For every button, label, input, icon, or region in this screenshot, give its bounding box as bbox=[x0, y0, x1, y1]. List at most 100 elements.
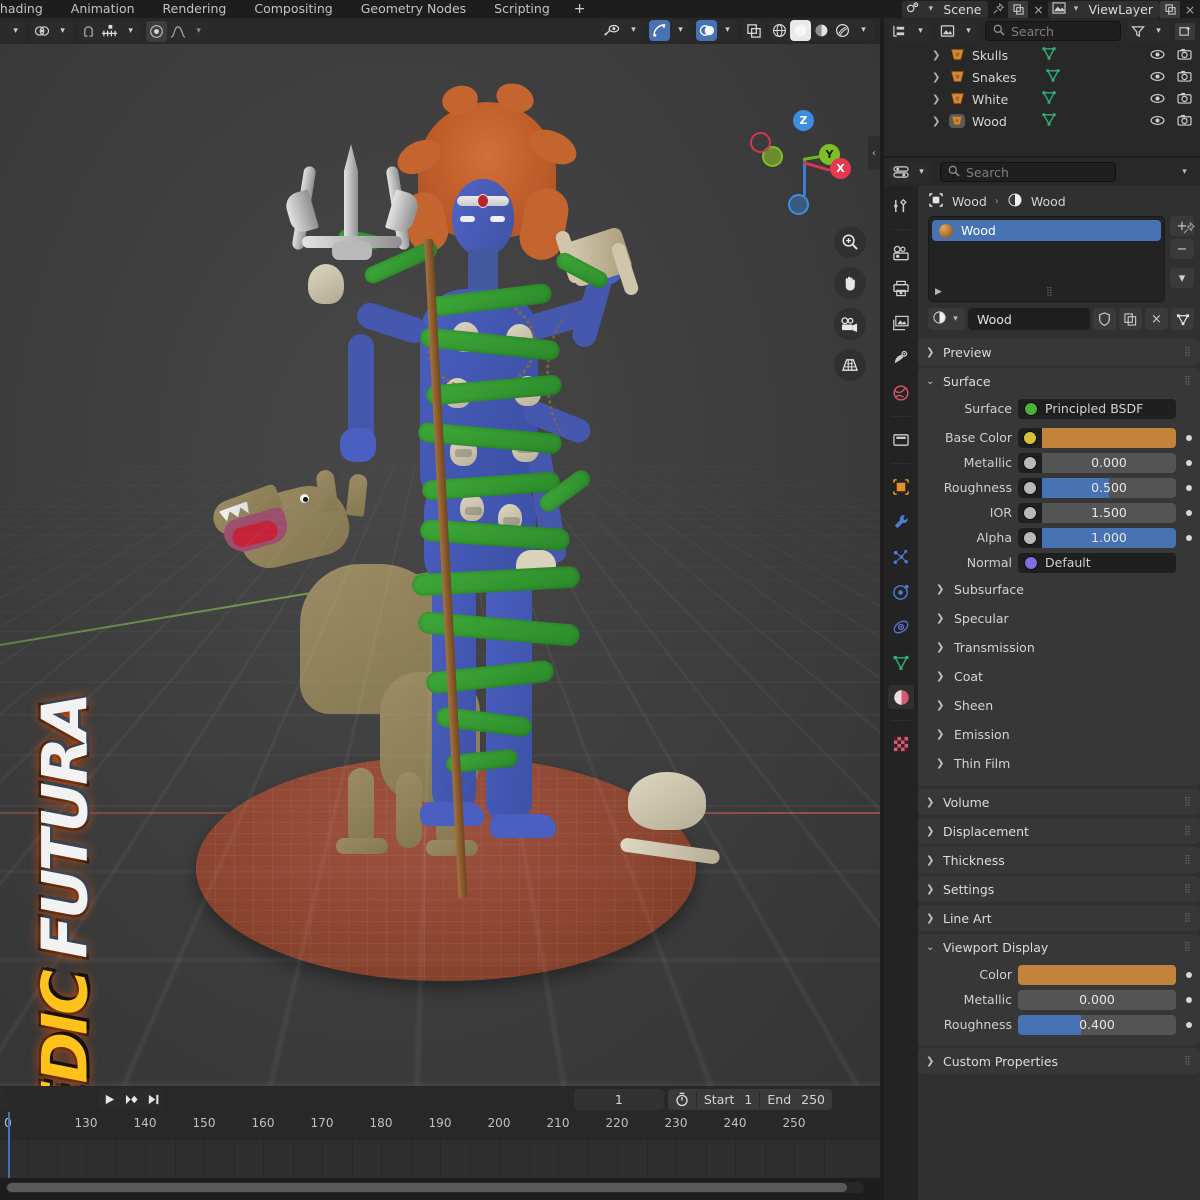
new-collection-icon[interactable] bbox=[1175, 23, 1195, 40]
orthographic-toggle-icon[interactable] bbox=[834, 349, 866, 381]
subpanel-sheen[interactable]: ❯ Sheen bbox=[926, 691, 1192, 720]
snap-increment-icon[interactable] bbox=[99, 21, 120, 42]
ior-slider[interactable]: 1.500 bbox=[1042, 503, 1176, 523]
surface-shader-dropdown[interactable]: Principled BSDF bbox=[1018, 399, 1176, 419]
animate-property-dot[interactable] bbox=[1186, 972, 1192, 978]
gizmo-icon[interactable] bbox=[649, 20, 670, 41]
workspace-tab-compositing[interactable]: Compositing bbox=[240, 0, 346, 18]
panel-preview[interactable]: ❯ Preview ⣿ bbox=[918, 339, 1200, 365]
normal-dropdown[interactable]: Default bbox=[1018, 553, 1176, 573]
alpha-socket[interactable] bbox=[1018, 528, 1042, 548]
ior-control[interactable]: 1.500 bbox=[1018, 503, 1176, 523]
animate-property-dot[interactable] bbox=[1186, 1022, 1192, 1028]
material-slot-list[interactable]: Wood ▶ ⣿ bbox=[928, 216, 1165, 302]
outliner-display-mode-button[interactable]: ▾ bbox=[889, 21, 931, 42]
panel-viewport-display-header[interactable]: ⌄ Viewport Display ⣿ bbox=[918, 934, 1200, 960]
shading-solid-icon[interactable] bbox=[790, 20, 811, 41]
chevron-down-icon[interactable]: ▾ bbox=[623, 20, 644, 41]
chevron-down-icon[interactable]: ▾ bbox=[717, 20, 738, 41]
panel-custom-properties[interactable]: ❯ Custom Properties ⣿ bbox=[918, 1048, 1200, 1074]
outliner-row-snakes[interactable]: ❯ Snakes bbox=[884, 66, 1200, 88]
remove-scene-button[interactable]: × bbox=[1028, 1, 1048, 18]
outliner-row-white[interactable]: ❯ White bbox=[884, 88, 1200, 110]
animate-property-dot[interactable] bbox=[1186, 435, 1192, 441]
trident-head-mesh[interactable] bbox=[288, 144, 418, 284]
eye-icon[interactable] bbox=[1150, 48, 1165, 63]
timeline-scrollbar[interactable] bbox=[6, 1182, 864, 1193]
gizmo-axis-z[interactable]: Z bbox=[793, 110, 814, 131]
overlays-icon[interactable] bbox=[696, 20, 717, 41]
animate-property-dot[interactable] bbox=[1186, 535, 1192, 541]
visibility-eye-icon[interactable] bbox=[601, 20, 623, 41]
gizmo-axis-neg-x[interactable] bbox=[750, 132, 771, 153]
start-frame-field[interactable]: Start 1 bbox=[697, 1089, 760, 1110]
tab-output[interactable] bbox=[888, 276, 914, 300]
animate-property-dot[interactable] bbox=[1186, 485, 1192, 491]
breadcrumb-material-name[interactable]: Wood bbox=[1031, 194, 1066, 209]
material-name-field[interactable]: Wood bbox=[968, 308, 1090, 330]
magnet-icon[interactable] bbox=[78, 21, 99, 42]
fake-user-shield-icon[interactable] bbox=[1093, 308, 1116, 330]
workspace-tab-animation[interactable]: Animation bbox=[57, 0, 149, 18]
visibility-dropdown[interactable]: ▾ bbox=[601, 20, 644, 41]
camera-view-icon[interactable] bbox=[834, 308, 866, 340]
new-scene-button[interactable] bbox=[1008, 1, 1028, 18]
vpd-metallic-slider[interactable]: 0.000 bbox=[1018, 990, 1176, 1010]
panel-custom-properties-header[interactable]: ❯ Custom Properties ⣿ bbox=[918, 1048, 1200, 1074]
navigation-gizmo[interactable]: Z Y X bbox=[762, 106, 844, 188]
tab-view-layer[interactable] bbox=[888, 311, 914, 335]
metallic-socket[interactable] bbox=[1018, 453, 1042, 473]
tab-object[interactable] bbox=[888, 475, 914, 499]
subpanel-specular[interactable]: ❯ Specular bbox=[926, 604, 1192, 633]
shading-wireframe-icon[interactable] bbox=[769, 20, 790, 41]
snap-magnet-group[interactable]: ▾ bbox=[78, 21, 141, 42]
gizmo-axis-x[interactable]: X bbox=[830, 158, 851, 179]
panel-displacement[interactable]: ❯ Displacement ⣿ bbox=[918, 818, 1200, 844]
alpha-control[interactable]: 1.000 bbox=[1018, 528, 1176, 548]
panel-settings-header[interactable]: ❯ Settings ⣿ bbox=[918, 876, 1200, 902]
panel-line-art-header[interactable]: ❯ Line Art ⣿ bbox=[918, 905, 1200, 931]
expand-specials-icon[interactable]: ▶ bbox=[935, 287, 942, 297]
panel-volume-header[interactable]: ❯ Volume ⣿ bbox=[918, 789, 1200, 815]
tab-constraints[interactable] bbox=[888, 615, 914, 639]
mesh-data-icon[interactable] bbox=[1171, 308, 1194, 330]
material-slot-row[interactable]: Wood bbox=[932, 220, 1161, 241]
properties-search-input[interactable]: Search bbox=[940, 162, 1116, 182]
animate-property-dot[interactable] bbox=[1186, 460, 1192, 466]
chevron-down-icon[interactable]: ▾ bbox=[52, 21, 73, 42]
roughness-socket[interactable] bbox=[1018, 478, 1042, 498]
workspace-tab-scripting[interactable]: Scripting bbox=[480, 0, 564, 18]
sidebar-toggle-button[interactable]: ‹ bbox=[868, 136, 880, 170]
gizmo-group[interactable]: ▾ bbox=[649, 20, 691, 41]
camera-icon[interactable] bbox=[1177, 48, 1192, 63]
duplicate-material-icon[interactable] bbox=[1119, 308, 1142, 330]
outliner-filter-button[interactable]: ▾ bbox=[1127, 21, 1169, 42]
gizmo-axis-neg-z[interactable] bbox=[788, 194, 809, 215]
outliner-row-wood[interactable]: ❯ Wood bbox=[884, 110, 1200, 132]
chevron-down-icon[interactable]: ▾ bbox=[670, 20, 691, 41]
transform-orientation-dropdown[interactable]: al ▾ bbox=[0, 21, 26, 42]
jump-end-icon[interactable] bbox=[142, 1089, 164, 1110]
eye-icon[interactable] bbox=[1150, 70, 1165, 85]
pan-hand-icon[interactable] bbox=[834, 267, 866, 299]
vpd-roughness-slider[interactable]: 0.400 bbox=[1018, 1015, 1176, 1035]
chevron-down-icon[interactable]: ▾ bbox=[1179, 168, 1190, 177]
outliner-search-input[interactable]: Search bbox=[985, 21, 1121, 41]
remove-viewlayer-button[interactable]: × bbox=[1180, 1, 1200, 18]
metallic-slider[interactable]: 0.000 bbox=[1042, 453, 1176, 473]
subpanel-coat[interactable]: ❯ Coat bbox=[926, 662, 1192, 691]
tab-material[interactable] bbox=[888, 685, 914, 709]
chevron-down-icon[interactable]: ▾ bbox=[853, 20, 874, 41]
subpanel-thin-film[interactable]: ❯ Thin Film bbox=[926, 749, 1192, 778]
eye-icon[interactable] bbox=[1150, 114, 1165, 129]
tab-collection[interactable] bbox=[888, 428, 914, 452]
pin-icon[interactable] bbox=[988, 1, 1008, 18]
chevron-right-icon[interactable]: ❯ bbox=[932, 72, 942, 83]
snap-pivot-icon[interactable] bbox=[31, 21, 52, 42]
base-color-socket[interactable] bbox=[1018, 428, 1042, 448]
panel-displacement-header[interactable]: ❯ Displacement ⣿ bbox=[918, 818, 1200, 844]
panel-surface-header[interactable]: ⌄ Surface ⣿ bbox=[918, 368, 1200, 394]
base-color-control[interactable] bbox=[1018, 428, 1176, 448]
metallic-control[interactable]: 0.000 bbox=[1018, 453, 1176, 473]
tab-texture[interactable] bbox=[888, 732, 914, 756]
